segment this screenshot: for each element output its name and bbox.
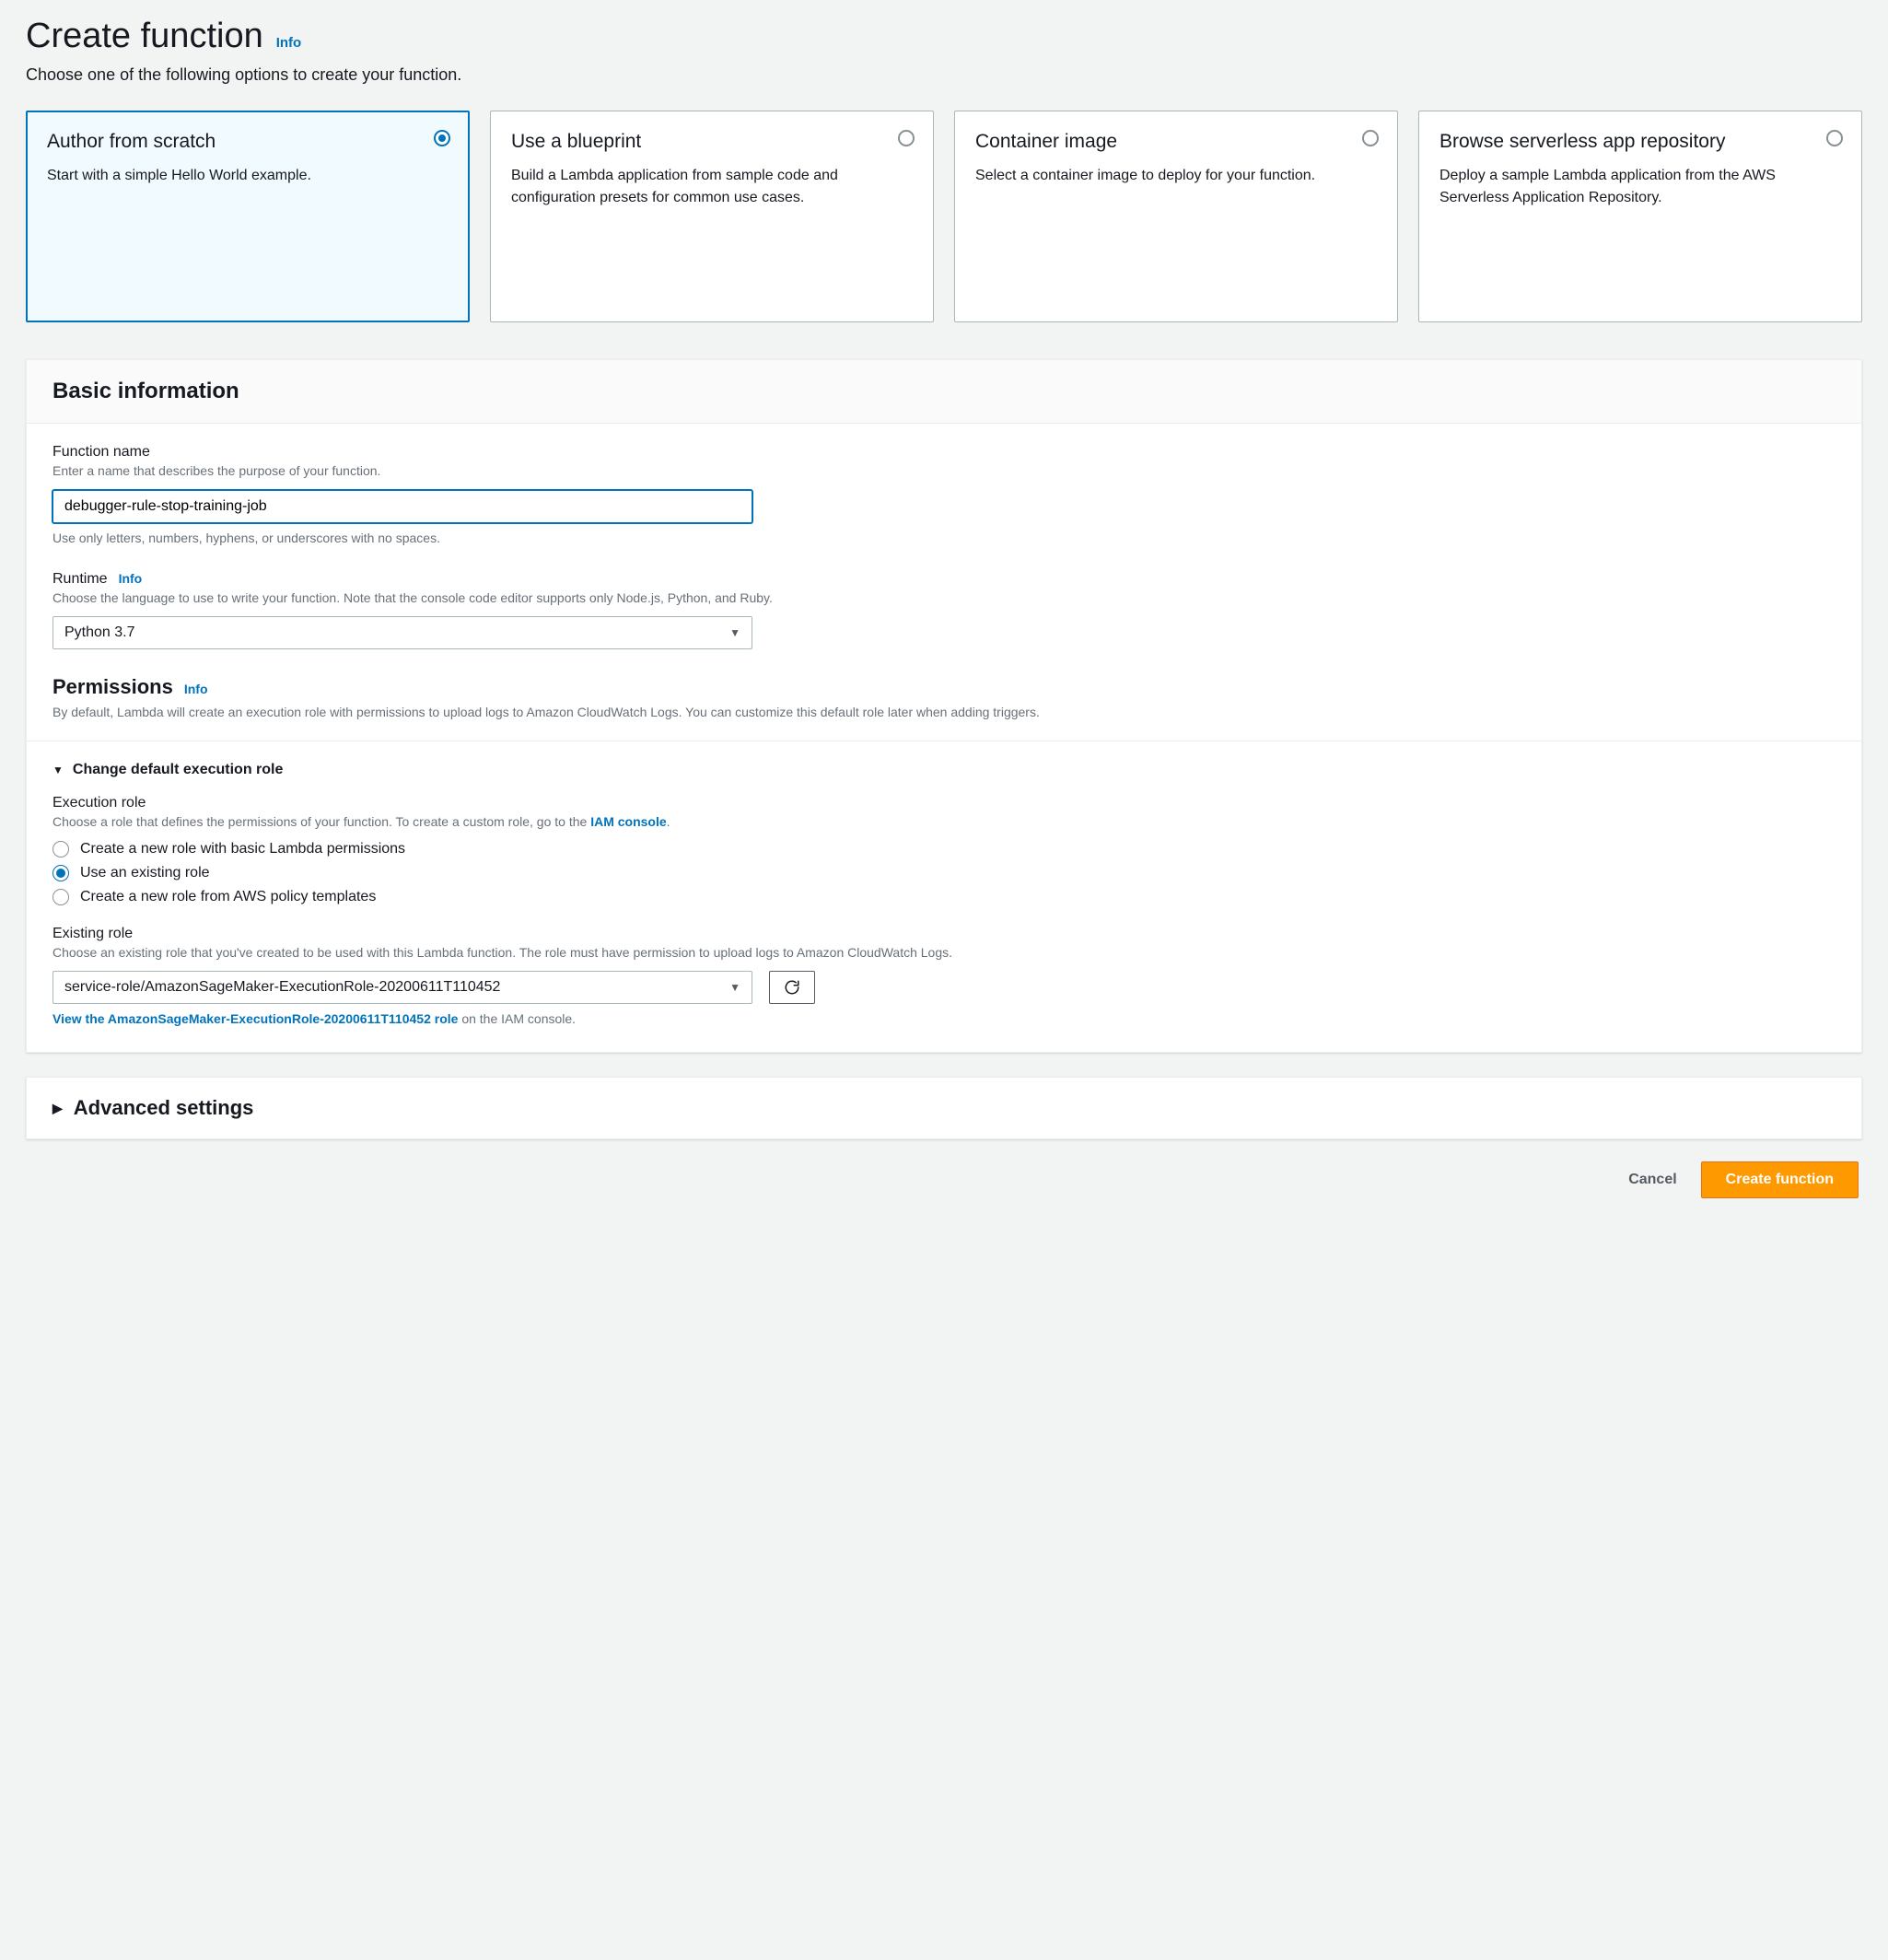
radio-icon <box>1826 130 1843 146</box>
option-author-from-scratch[interactable]: Author from scratch Start with a simple … <box>26 111 470 322</box>
refresh-icon <box>784 979 800 996</box>
select-value: service-role/AmazonSageMaker-ExecutionRo… <box>64 979 500 996</box>
option-desc: Start with a simple Hello World example. <box>47 165 449 187</box>
creation-option-group: Author from scratch Start with a simple … <box>26 111 1862 322</box>
option-desc: Build a Lambda application from sample c… <box>511 165 913 209</box>
radio-label: Create a new role from AWS policy templa… <box>80 889 376 905</box>
field-label: Function name <box>52 444 1836 461</box>
info-link[interactable]: Info <box>184 682 208 696</box>
option-container-image[interactable]: Container image Select a container image… <box>954 111 1398 322</box>
refresh-button[interactable] <box>769 971 815 1004</box>
runtime-select[interactable]: Python 3.7 ▼ <box>52 616 752 649</box>
option-title: Author from scratch <box>47 130 449 154</box>
role-radio-policy-templates[interactable]: Create a new role from AWS policy templa… <box>52 889 1836 905</box>
section-title: Permissions <box>52 675 173 699</box>
runtime-field: Runtime Info Choose the language to use … <box>52 571 1836 650</box>
radio-label: Use an existing role <box>80 865 210 881</box>
caret-down-icon: ▼ <box>729 981 740 994</box>
info-link[interactable]: Info <box>276 35 302 51</box>
create-function-button[interactable]: Create function <box>1701 1161 1859 1198</box>
option-desc: Deploy a sample Lambda application from … <box>1439 165 1841 209</box>
field-footnote: Use only letters, numbers, hyphens, or u… <box>52 531 1836 545</box>
select-value: Python 3.7 <box>64 624 135 641</box>
field-hint: Choose a role that defines the permissio… <box>52 813 1836 832</box>
field-hint: Choose an existing role that you've crea… <box>52 944 1836 962</box>
info-link[interactable]: Info <box>119 571 143 586</box>
toggle-label: Change default execution role <box>73 762 283 778</box>
option-title: Use a blueprint <box>511 130 913 154</box>
advanced-settings-toggle[interactable]: ▶ Advanced settings <box>52 1096 1836 1120</box>
radio-icon <box>52 841 69 858</box>
field-hint: Enter a name that describes the purpose … <box>52 462 1836 481</box>
radio-icon <box>1362 130 1379 146</box>
page-title: Create function <box>26 17 263 56</box>
field-hint: Choose the language to use to write your… <box>52 589 1836 608</box>
toggle-label: Advanced settings <box>74 1096 254 1120</box>
caret-right-icon: ▶ <box>52 1101 63 1116</box>
advanced-settings-panel: ▶ Advanced settings <box>26 1077 1862 1139</box>
radio-icon <box>52 889 69 905</box>
cancel-button[interactable]: Cancel <box>1608 1161 1696 1198</box>
function-name-field: Function name Enter a name that describe… <box>52 444 1836 545</box>
existing-role-select[interactable]: service-role/AmazonSageMaker-ExecutionRo… <box>52 971 752 1004</box>
iam-console-link[interactable]: IAM console <box>590 814 666 829</box>
view-role-link[interactable]: View the AmazonSageMaker-ExecutionRole-2… <box>52 1011 458 1026</box>
option-desc: Select a container image to deploy for y… <box>975 165 1377 187</box>
permissions-section: Permissions Info By default, Lambda will… <box>52 675 1836 722</box>
option-title: Container image <box>975 130 1377 154</box>
existing-role-field: Existing role Choose an existing role th… <box>52 926 1836 1027</box>
role-radio-create-basic[interactable]: Create a new role with basic Lambda perm… <box>52 841 1836 858</box>
caret-down-icon: ▼ <box>729 626 740 639</box>
radio-icon <box>52 865 69 881</box>
radio-icon <box>434 130 450 146</box>
option-use-blueprint[interactable]: Use a blueprint Build a Lambda applicati… <box>490 111 934 322</box>
page-subtitle: Choose one of the following options to c… <box>26 65 1862 85</box>
function-name-input[interactable] <box>52 490 752 523</box>
basic-information-panel: Basic information Function name Enter a … <box>26 359 1862 1053</box>
option-title: Browse serverless app repository <box>1439 130 1841 154</box>
option-serverless-repo[interactable]: Browse serverless app repository Deploy … <box>1418 111 1862 322</box>
change-default-role-toggle[interactable]: ▼ Change default execution role <box>52 762 1836 778</box>
field-label: Execution role <box>52 795 1836 811</box>
radio-icon <box>898 130 915 146</box>
caret-down-icon: ▼ <box>52 764 64 776</box>
execution-role-field: Execution role Choose a role that define… <box>52 795 1836 905</box>
panel-title: Basic information <box>27 360 1861 424</box>
field-label: Runtime <box>52 571 108 588</box>
action-row: Cancel Create function <box>26 1154 1862 1202</box>
field-label: Existing role <box>52 926 1836 942</box>
radio-label: Create a new role with basic Lambda perm… <box>80 841 405 858</box>
view-role-suffix: on the IAM console. <box>461 1011 576 1026</box>
role-radio-existing[interactable]: Use an existing role <box>52 865 1836 881</box>
section-hint: By default, Lambda will create an execut… <box>52 703 1836 722</box>
